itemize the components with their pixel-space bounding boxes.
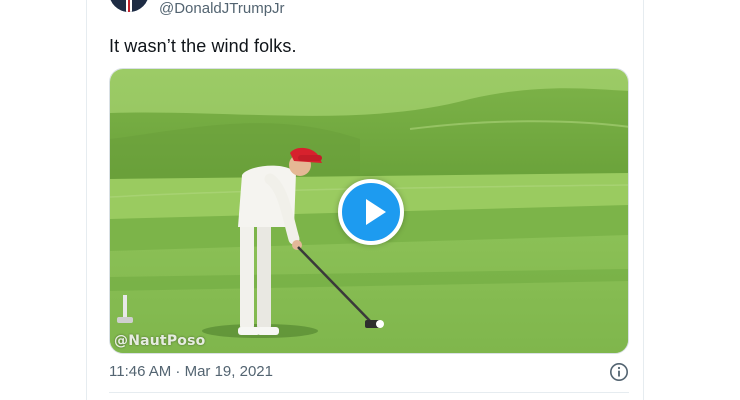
play-button[interactable]	[338, 179, 404, 245]
tweet-timestamp[interactable]: 11:46 AM · Mar 19, 2021	[109, 363, 273, 380]
tweet-text: It wasn’t the wind folks.	[109, 36, 297, 56]
video-player[interactable]: @NautPoso	[109, 68, 629, 354]
divider	[109, 392, 629, 393]
tee-marker	[123, 295, 127, 319]
video-watermark: @NautPoso	[114, 333, 206, 349]
avatar-image	[109, 0, 149, 12]
tweet-card: @DonaldJTrumpJr It wasn’t the wind folks…	[86, 0, 644, 400]
avatar[interactable]	[109, 0, 149, 12]
info-icon[interactable]	[609, 362, 629, 382]
play-icon	[366, 199, 386, 225]
author-handle[interactable]: @DonaldJTrumpJr	[159, 0, 285, 17]
